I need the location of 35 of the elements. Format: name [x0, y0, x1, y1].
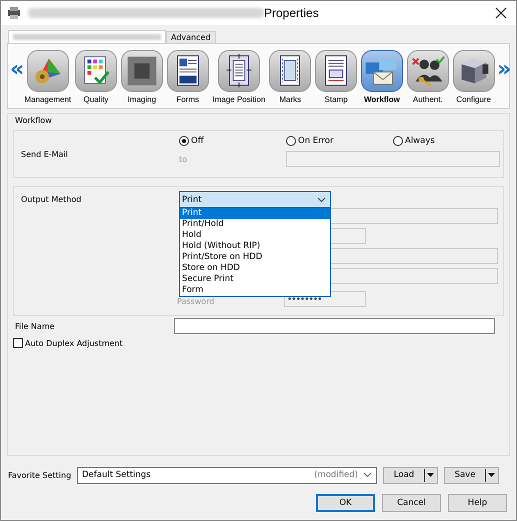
- dialog-button[interactable]: OK: [316, 494, 375, 512]
- dropdown-arrow-icon: [485, 468, 496, 482]
- dropdown-option[interactable]: Print: [180, 208, 330, 219]
- printer-icon: [6, 5, 22, 21]
- group-title: Workflow: [15, 116, 53, 125]
- dropdown-option[interactable]: Store on HDD: [180, 263, 330, 274]
- radio-button[interactable]: Off: [179, 136, 286, 146]
- close-icon: [494, 6, 508, 20]
- tab[interactable]: [8, 30, 166, 43]
- checkbox[interactable]: Auto Duplex Adjustment: [13, 338, 123, 348]
- dialog-button[interactable]: Help: [448, 494, 507, 512]
- output-method-dropdown[interactable]: Print: [179, 191, 331, 208]
- field-label: File Name: [14, 322, 56, 330]
- dropdown-option[interactable]: Hold: [180, 230, 330, 241]
- field-label: Output Method: [20, 194, 82, 204]
- dropdown-option[interactable]: Hold (Without RIP): [180, 241, 330, 252]
- scroll-left-button[interactable]: «: [10, 59, 22, 81]
- chevron-down-icon: [363, 472, 372, 478]
- radio-button[interactable]: On Error: [286, 136, 393, 146]
- dropdown-option[interactable]: Print/Hold: [180, 219, 330, 230]
- chevron-down-icon: [317, 196, 326, 202]
- dropdown-arrow-icon: [424, 468, 435, 482]
- tab[interactable]: Advanced: [166, 31, 216, 43]
- field-label: Favorite Setting: [7, 470, 72, 480]
- window-title: Properties: [264, 6, 319, 20]
- scroll-right-button[interactable]: »: [497, 59, 510, 81]
- radio-button[interactable]: Always: [393, 136, 500, 146]
- dialog-button[interactable]: Cancel: [382, 494, 441, 512]
- dropdown-option[interactable]: Print/Store on HDD: [180, 252, 330, 263]
- field-label: Password: [177, 297, 216, 307]
- field-label: to: [179, 154, 188, 164]
- file-name-field[interactable]: [174, 318, 495, 334]
- dropdown-option[interactable]: Secure Print: [180, 274, 330, 285]
- field-label: Send E-Mail: [20, 149, 69, 161]
- favorite-setting-dropdown[interactable]: Default Settings (modified): [77, 466, 377, 484]
